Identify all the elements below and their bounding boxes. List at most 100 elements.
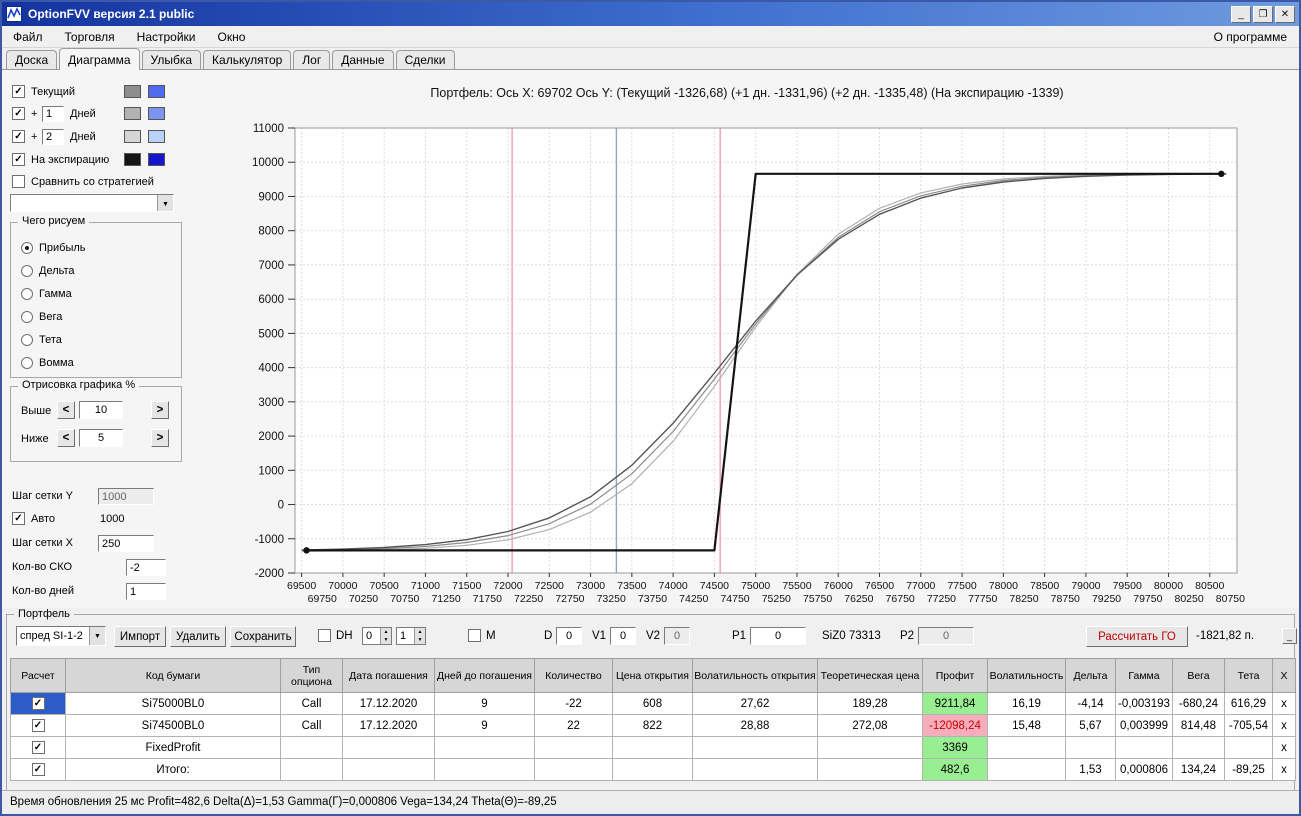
dh-spinner-1[interactable]: 0 [362,627,392,645]
column-header[interactable]: Теоретическая цена [817,658,923,693]
menu-item-trade[interactable]: Торговля [54,27,126,47]
auto-row: Авто 1000 [2,511,192,529]
sko-input[interactable] [126,559,166,576]
above-increase-button[interactable]: > [151,401,169,419]
below-decrease-button[interactable]: < [57,429,75,447]
calculate-go-button[interactable]: Рассчитать ГО [1086,626,1188,647]
column-header[interactable]: Дельта [1065,658,1116,693]
row-checkbox[interactable] [31,763,45,776]
delete-button[interactable]: Удалить [170,626,226,647]
plus2-color1-swatch[interactable] [124,130,141,143]
menu-item-window[interactable]: Окно [207,27,257,47]
dh-checkbox[interactable] [318,629,331,642]
radio-option-gamma[interactable]: Гамма [11,282,181,305]
tab-diagram[interactable]: Диаграмма [59,48,140,70]
tab-board[interactable]: Доска [6,50,58,69]
v2-input[interactable] [664,627,690,645]
p2-input[interactable] [918,627,974,645]
column-header[interactable]: Тета [1224,658,1273,693]
radio-option-profit[interactable]: Прибыль [11,236,181,259]
grid-step-x-input[interactable] [98,535,154,552]
tab-smile[interactable]: Улыбка [141,50,202,69]
row-calc-cell[interactable] [10,758,66,781]
close-button[interactable]: ✕ [1275,5,1295,23]
compare-strategy-checkbox[interactable] [12,175,25,188]
row-checkbox[interactable] [31,741,45,754]
d-input[interactable] [556,627,582,645]
row-calc-cell[interactable] [10,714,66,737]
toolbar-collapse-button[interactable]: _ [1282,628,1297,644]
auto-checkbox[interactable] [12,512,25,525]
column-header[interactable]: Код бумаги [65,658,281,693]
column-header[interactable]: Цена открытия [612,658,693,693]
maximize-button[interactable]: ❐ [1253,5,1273,23]
plus2-checkbox[interactable] [12,130,25,143]
radio-option-vega[interactable]: Вега [11,305,181,328]
expiration-checkbox[interactable] [12,153,25,166]
spinner-up-icon[interactable] [414,628,425,636]
spinner-down-icon[interactable] [380,636,391,644]
tab-data[interactable]: Данные [332,50,394,69]
v1-input[interactable] [610,627,636,645]
tab-deals[interactable]: Сделки [395,50,455,69]
chevron-down-icon[interactable] [157,195,173,211]
save-button[interactable]: Сохранить [230,626,296,647]
table-cell [692,758,818,781]
plus1-color2-swatch[interactable] [148,107,165,120]
tab-calculator[interactable]: Калькулятор [203,50,292,69]
radio-option-vomma[interactable]: Вомма [11,351,181,374]
menu-about[interactable]: О программе [1203,27,1299,47]
column-header[interactable]: Волатильность [987,658,1066,693]
column-header[interactable]: Дата погашения [342,658,435,693]
row-delete-button[interactable]: x [1272,758,1296,781]
row-checkbox[interactable] [31,697,45,710]
column-header[interactable]: Профит [922,658,988,693]
current-color2-swatch[interactable] [148,85,165,98]
dh-spinner-2[interactable]: 1 [396,627,426,645]
import-button[interactable]: Импорт [114,626,166,647]
column-header[interactable]: Вега [1172,658,1225,693]
grid-step-y-input[interactable] [98,488,154,505]
below-input[interactable] [79,429,123,447]
strategy-select[interactable] [10,194,174,212]
plus1-days-input[interactable] [42,106,64,122]
minimize-button[interactable]: _ [1231,5,1251,23]
column-header[interactable]: Расчет [10,658,66,693]
tab-log[interactable]: Лог [293,50,331,69]
chevron-down-icon[interactable] [89,627,105,645]
above-decrease-button[interactable]: < [57,401,75,419]
row-delete-button[interactable]: x [1272,692,1296,715]
current-checkbox[interactable] [12,85,25,98]
menu-item-file[interactable]: Файл [2,27,54,47]
spinner-up-icon[interactable] [380,628,391,636]
column-header[interactable]: Гамма [1115,658,1173,693]
plus2-color2-swatch[interactable] [148,130,165,143]
radio-option-delta[interactable]: Дельта [11,259,181,282]
row-calc-cell[interactable] [10,692,66,715]
plus1-color1-swatch[interactable] [124,107,141,120]
spinner-down-icon[interactable] [414,636,425,644]
row-checkbox[interactable] [31,719,45,732]
plus2-days-input[interactable] [42,129,64,145]
below-increase-button[interactable]: > [151,429,169,447]
row-delete-button[interactable]: x [1272,736,1296,759]
preset-select[interactable]: спред SI-1-2 [16,626,106,646]
column-header[interactable]: Дней до погашения [434,658,535,693]
days-count-input[interactable] [126,583,166,600]
m-checkbox[interactable] [468,629,481,642]
expiration-color2-swatch[interactable] [148,153,165,166]
column-header[interactable]: X [1272,658,1296,693]
column-header[interactable]: Волатильность открытия [692,658,818,693]
table-cell: 9 [434,714,535,737]
plus1-checkbox[interactable] [12,107,25,120]
column-header[interactable]: Количество [534,658,613,693]
above-input[interactable] [79,401,123,419]
column-header[interactable]: Тип опциона [280,658,343,693]
row-delete-button[interactable]: x [1272,714,1296,737]
menu-item-settings[interactable]: Настройки [126,27,207,47]
expiration-color1-swatch[interactable] [124,153,141,166]
row-calc-cell[interactable] [10,736,66,759]
current-color1-swatch[interactable] [124,85,141,98]
p1-input[interactable] [750,627,806,645]
radio-option-theta[interactable]: Тета [11,328,181,351]
